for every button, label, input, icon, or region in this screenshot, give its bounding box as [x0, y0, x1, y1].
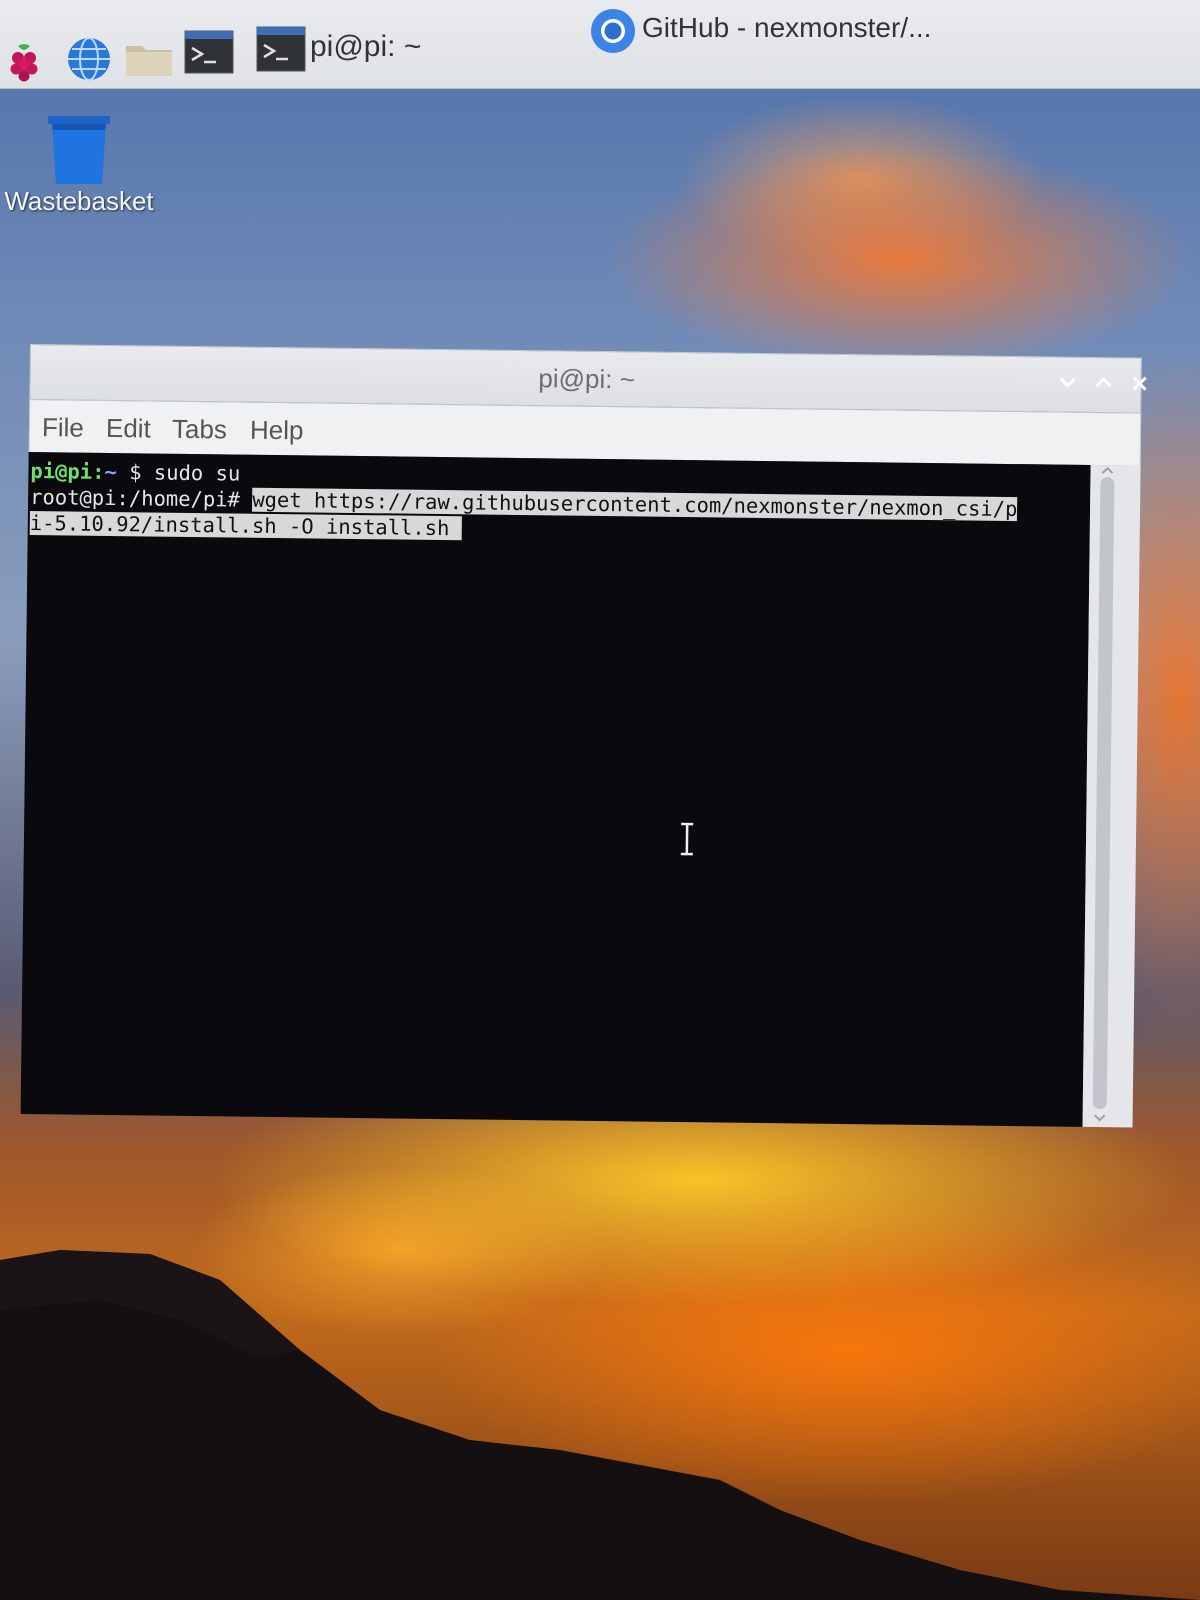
- terminal-icon: [256, 26, 306, 72]
- command-text: $ sudo su: [116, 460, 241, 486]
- menu-help[interactable]: Help: [250, 415, 304, 447]
- terminal-icon[interactable]: [184, 30, 234, 74]
- scrollbar[interactable]: [1082, 464, 1141, 1128]
- taskbar: pi@pi: ~ GitHub - nexmonster/...: [0, 0, 1200, 89]
- close-icon[interactable]: [1124, 368, 1154, 398]
- chevron-up-icon[interactable]: [1088, 368, 1118, 398]
- scroll-down-arrow-icon[interactable]: [1093, 1113, 1107, 1123]
- taskbar-browser-task[interactable]: GitHub - nexmonster/...: [590, 6, 1010, 56]
- globe-icon[interactable]: [66, 36, 112, 82]
- raspberry-icon[interactable]: [4, 40, 44, 84]
- menu-edit[interactable]: Edit: [106, 413, 151, 445]
- wastebasket-shortcut[interactable]: Wastebasket: [4, 110, 154, 230]
- menu-tabs[interactable]: Tabs: [172, 414, 227, 446]
- folder-icon[interactable]: [124, 40, 174, 78]
- scrollbar-thumb[interactable]: [1092, 477, 1115, 1110]
- menu-file[interactable]: File: [42, 412, 84, 444]
- terminal-output[interactable]: pi@pi:~ $ sudo su root@pi:/home/pi# wget…: [20, 451, 1091, 1127]
- selected-command-text: i-5.10.92/install.sh -O install.sh: [29, 511, 462, 541]
- taskbar-terminal-label: pi@pi: ~: [310, 30, 422, 63]
- terminal-line: pi@pi:~ $ sudo su: [30, 458, 240, 487]
- taskbar-terminal-task[interactable]: pi@pi: ~: [256, 26, 456, 76]
- taskbar-browser-label: GitHub - nexmonster/...: [642, 12, 932, 43]
- text-cursor-icon: [680, 822, 694, 856]
- prompt-user: pi@pi: [30, 459, 93, 484]
- terminal-line: i-5.10.92/install.sh -O install.sh: [29, 510, 462, 541]
- trash-icon: [48, 116, 110, 184]
- prompt-path: ~: [104, 459, 117, 485]
- wastebasket-label: Wastebasket: [4, 186, 154, 216]
- window-title: pi@pi: ~: [538, 363, 636, 395]
- mountain-silhouette: [0, 1250, 1200, 1600]
- terminal-window: pi@pi: ~ File Edit Tabs Help pi@pi:~ $ s…: [20, 344, 1147, 1128]
- chevron-down-icon[interactable]: [1052, 367, 1082, 397]
- root-prompt: root@pi:/home/pi#: [29, 485, 253, 512]
- chromium-icon: [591, 9, 635, 53]
- desktop: pi@pi: ~ GitHub - nexmonster/... Wasteba…: [0, 0, 1200, 1600]
- scroll-up-arrow-icon[interactable]: [1100, 465, 1114, 475]
- prompt-colon: :: [92, 459, 105, 484]
